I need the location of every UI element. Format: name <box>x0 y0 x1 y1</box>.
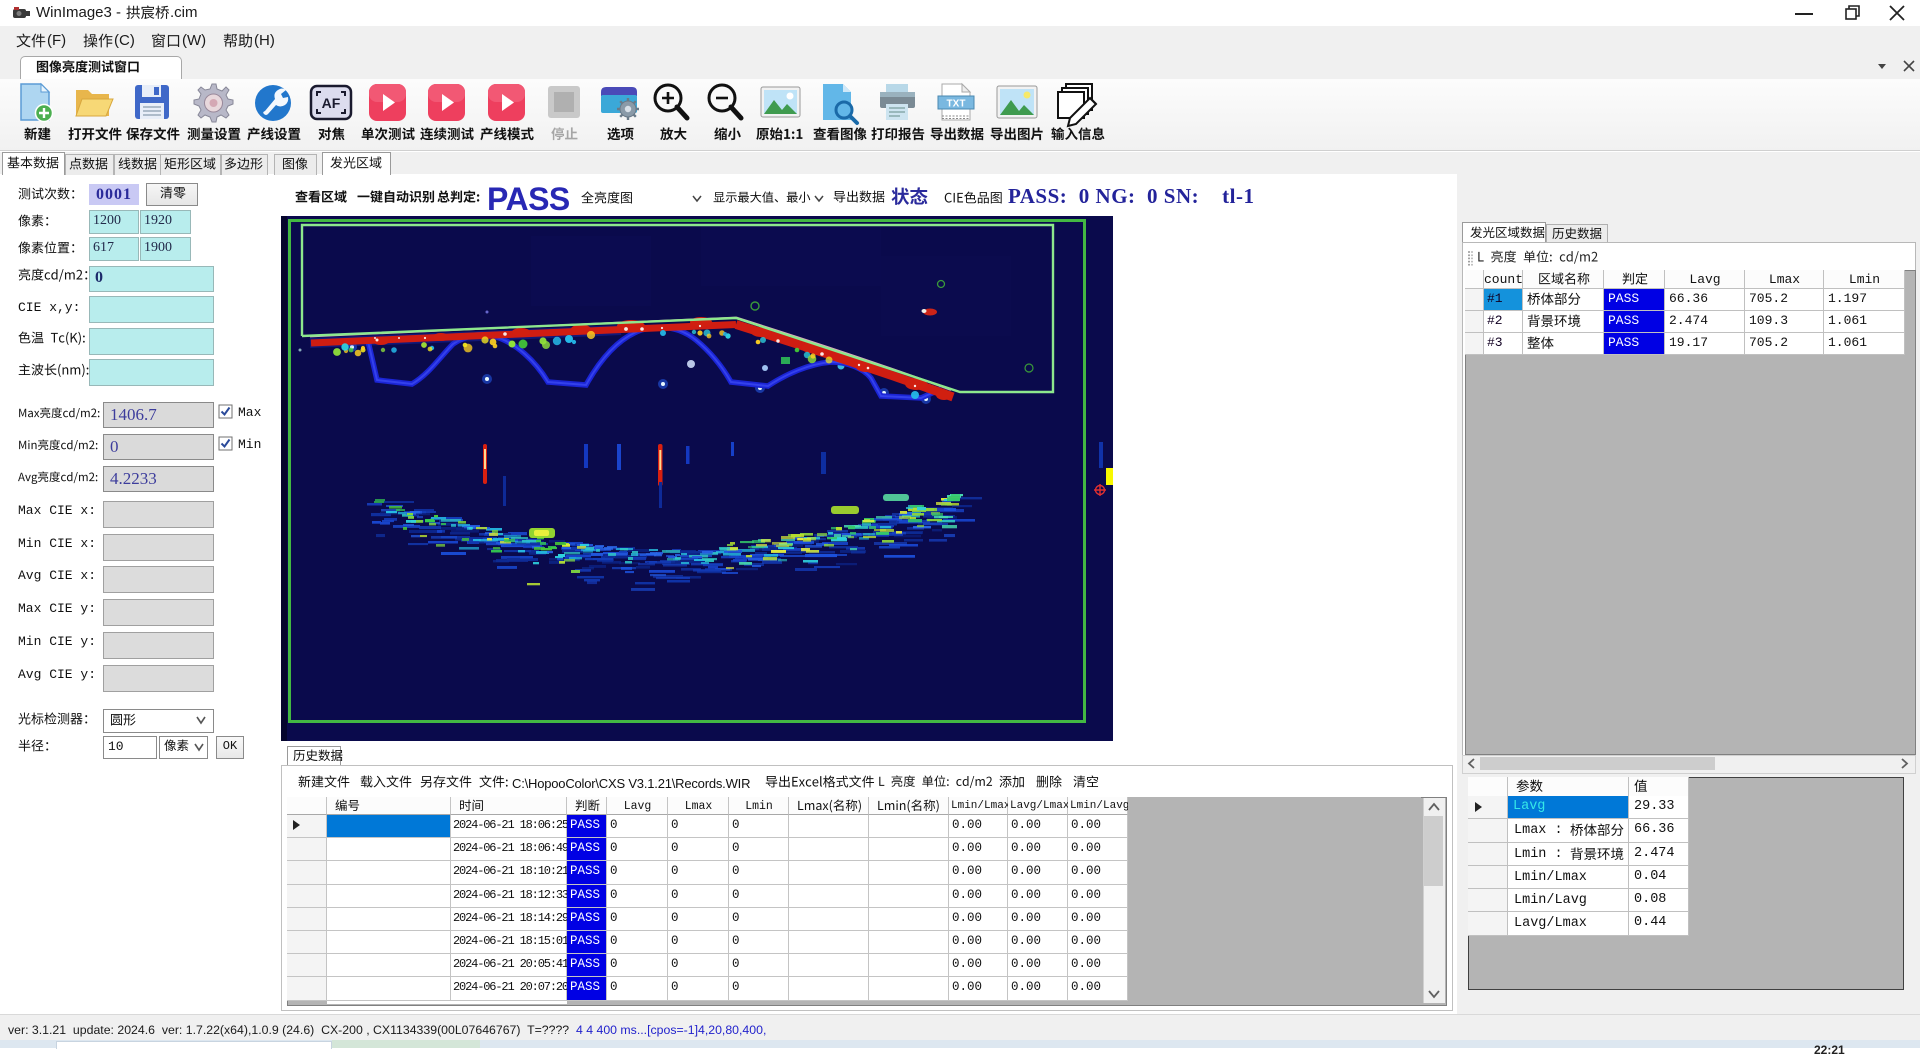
svg-text:Min: Min <box>238 437 261 452</box>
svg-text:TXT: TXT <box>947 99 966 110</box>
svg-text:AF: AF <box>322 95 341 111</box>
svg-text:Max: Max <box>238 405 262 420</box>
